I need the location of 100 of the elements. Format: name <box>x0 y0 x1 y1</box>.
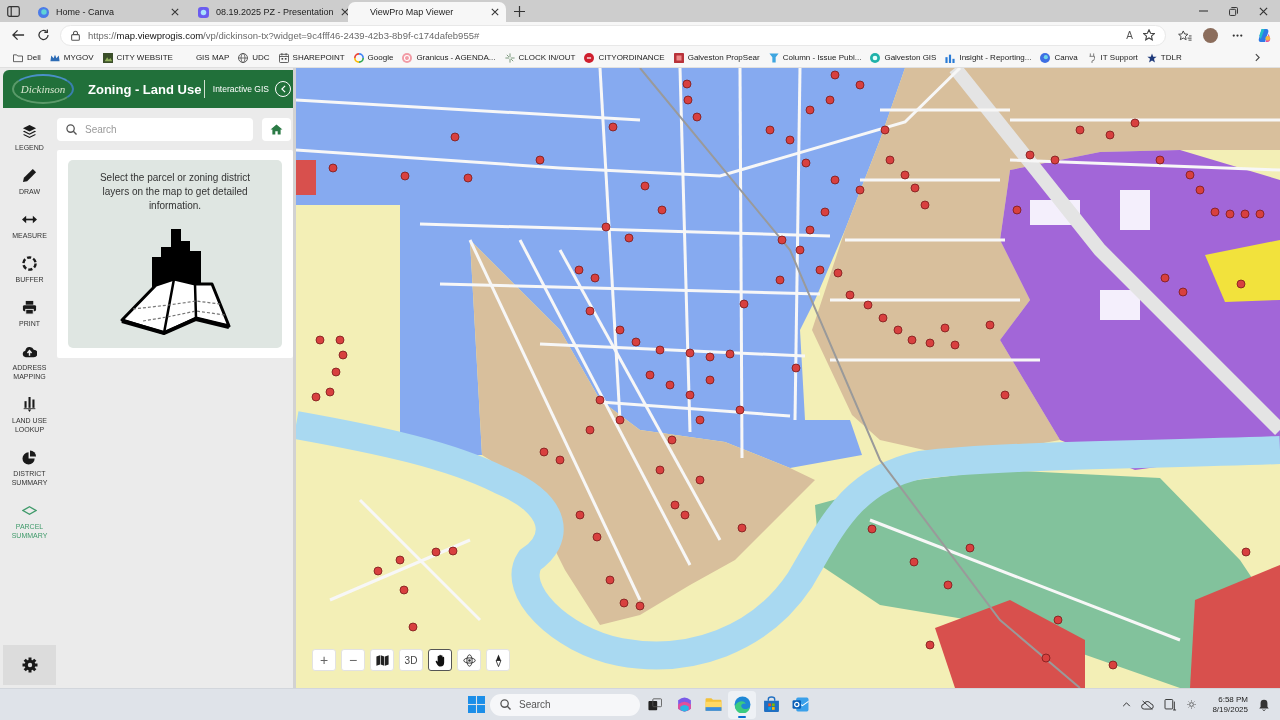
bookmark-link[interactable]: Insight - Reporting... <box>945 52 1032 63</box>
parcel-marker <box>695 475 705 485</box>
parcel-marker <box>682 79 692 89</box>
settings-icon <box>21 657 38 673</box>
pan-button[interactable] <box>428 649 452 671</box>
parcel-marker <box>1130 118 1140 128</box>
parcel-marker <box>624 233 634 243</box>
parcel-marker <box>705 352 715 362</box>
compass-button[interactable] <box>486 649 510 671</box>
bookmark-link[interactable]: CITYORDINANCE <box>584 52 665 63</box>
pie-chart-icon <box>22 450 37 465</box>
device-icon[interactable] <box>1164 698 1178 711</box>
parcel-marker <box>1041 653 1051 663</box>
bookmark-link[interactable]: CITY WEBSITE <box>102 52 173 63</box>
parcel-marker <box>925 338 935 348</box>
browser-tab[interactable]: Home - Canva <box>28 2 186 22</box>
zoom-in-button[interactable]: + <box>312 649 336 671</box>
parcel-marker <box>683 95 693 105</box>
3d-view-button[interactable]: 3D <box>399 649 423 671</box>
bell-icon[interactable] <box>1258 698 1270 711</box>
parcel-marker <box>685 390 695 400</box>
read-aloud-button[interactable]: A <box>1124 29 1135 41</box>
parcel-marker <box>775 275 785 285</box>
parcel-marker <box>1108 660 1118 670</box>
search-field[interactable]: Search <box>57 118 253 141</box>
back-arrow-icon[interactable] <box>12 29 25 41</box>
parcel-marker <box>739 299 749 309</box>
browser-tab[interactable]: ViewPro Map Viewer <box>348 2 506 22</box>
circle-icon <box>402 52 413 63</box>
browser-tab[interactable]: 08.19.2025 PZ - Presentation <box>188 2 346 22</box>
home-icon <box>270 124 283 135</box>
bookmark-link[interactable]: Canva <box>1040 52 1078 63</box>
star-icon[interactable] <box>1143 29 1155 41</box>
sparkle-icon <box>504 52 515 63</box>
more-icon[interactable] <box>1232 33 1243 37</box>
parcel-marker <box>825 95 835 105</box>
parcel-marker <box>880 125 890 135</box>
bookmark-link[interactable]: SHAREPOINT <box>278 52 345 63</box>
windows-logo-icon[interactable] <box>468 696 485 713</box>
bookmark-link[interactable]: TDLR <box>1146 52 1182 63</box>
restore-icon[interactable] <box>1228 6 1238 16</box>
parcel-marker <box>645 370 655 380</box>
orbit-button[interactable] <box>457 649 481 671</box>
bookmark-link[interactable]: Google <box>353 52 394 63</box>
zoom-out-button[interactable]: − <box>341 649 365 671</box>
favorites-icon[interactable] <box>1178 29 1192 41</box>
parcel-marker <box>555 455 565 465</box>
close-icon[interactable] <box>171 8 179 16</box>
basemap-button[interactable] <box>370 649 394 671</box>
home-button[interactable] <box>262 118 291 141</box>
parcel-marker <box>1225 209 1235 219</box>
parcel-marker <box>585 306 595 316</box>
close-icon[interactable] <box>491 8 499 16</box>
bookmark-link[interactable]: GIS MAP <box>195 53 230 62</box>
collapse-button[interactable] <box>275 81 291 97</box>
avatar-icon[interactable] <box>1203 27 1218 43</box>
taskbar-search-field[interactable]: Search <box>490 693 640 716</box>
parcel-marker <box>965 543 975 553</box>
parcel-marker <box>893 325 903 335</box>
parcel-marker <box>331 367 341 377</box>
parcel-marker <box>635 601 645 611</box>
circle-icon <box>1040 52 1051 63</box>
bookmark-link[interactable]: MYGOV <box>49 52 94 63</box>
settings-button[interactable] <box>3 645 56 685</box>
cloud-upload-icon <box>22 344 37 359</box>
bookmark-link[interactable]: UDC <box>238 52 270 63</box>
parcel-marker <box>705 375 715 385</box>
bookmark-link[interactable]: CLOCK IN/OUT <box>504 52 576 63</box>
swirl-icon[interactable] <box>1257 27 1272 43</box>
parcel-marker <box>463 173 473 183</box>
parcel-marker <box>909 557 919 567</box>
bookmark-link[interactable]: Granicus - AGENDA... <box>402 52 496 63</box>
parcel-marker <box>795 245 805 255</box>
plus-icon[interactable] <box>514 5 525 17</box>
parcel-marker <box>1025 150 1035 160</box>
chevron-up-icon[interactable] <box>1122 702 1132 707</box>
parcel-marker <box>615 415 625 425</box>
cloud-off-icon[interactable] <box>1141 698 1155 711</box>
parcel-marker <box>1255 209 1265 219</box>
sun-icon[interactable] <box>1187 700 1197 709</box>
bookmark-link[interactable]: IT Support <box>1086 52 1138 63</box>
close-icon[interactable] <box>1258 6 1268 16</box>
parcel-marker <box>910 183 920 193</box>
minimize-icon[interactable] <box>1198 10 1208 12</box>
task-view-icon[interactable] <box>648 698 662 711</box>
refresh-icon[interactable] <box>37 29 50 41</box>
window-outline-icon[interactable] <box>7 5 20 17</box>
parcel-marker <box>670 500 680 510</box>
bookmark-link[interactable]: Column - Issue Publ... <box>768 52 862 63</box>
address-field[interactable]: https://map.viewprogis.com/vp/dickinson-tx?widget=9c4fff46-2439-42b3-8b9f-c174dafeb955# A <box>60 24 1166 46</box>
bookmark-link[interactable]: Dell <box>13 52 41 63</box>
parcel-marker <box>695 415 705 425</box>
parcel-marker <box>640 181 650 191</box>
chevron-right-icon[interactable] <box>1255 53 1260 62</box>
bookmark-link[interactable]: Galveston PropSear <box>673 52 760 63</box>
taskbar-app-button[interactable] <box>728 690 756 719</box>
close-icon[interactable] <box>340 8 349 16</box>
bookmark-link[interactable]: Galveston GIS <box>870 52 937 63</box>
search-icon <box>500 699 511 710</box>
parcel-marker <box>1053 615 1063 625</box>
